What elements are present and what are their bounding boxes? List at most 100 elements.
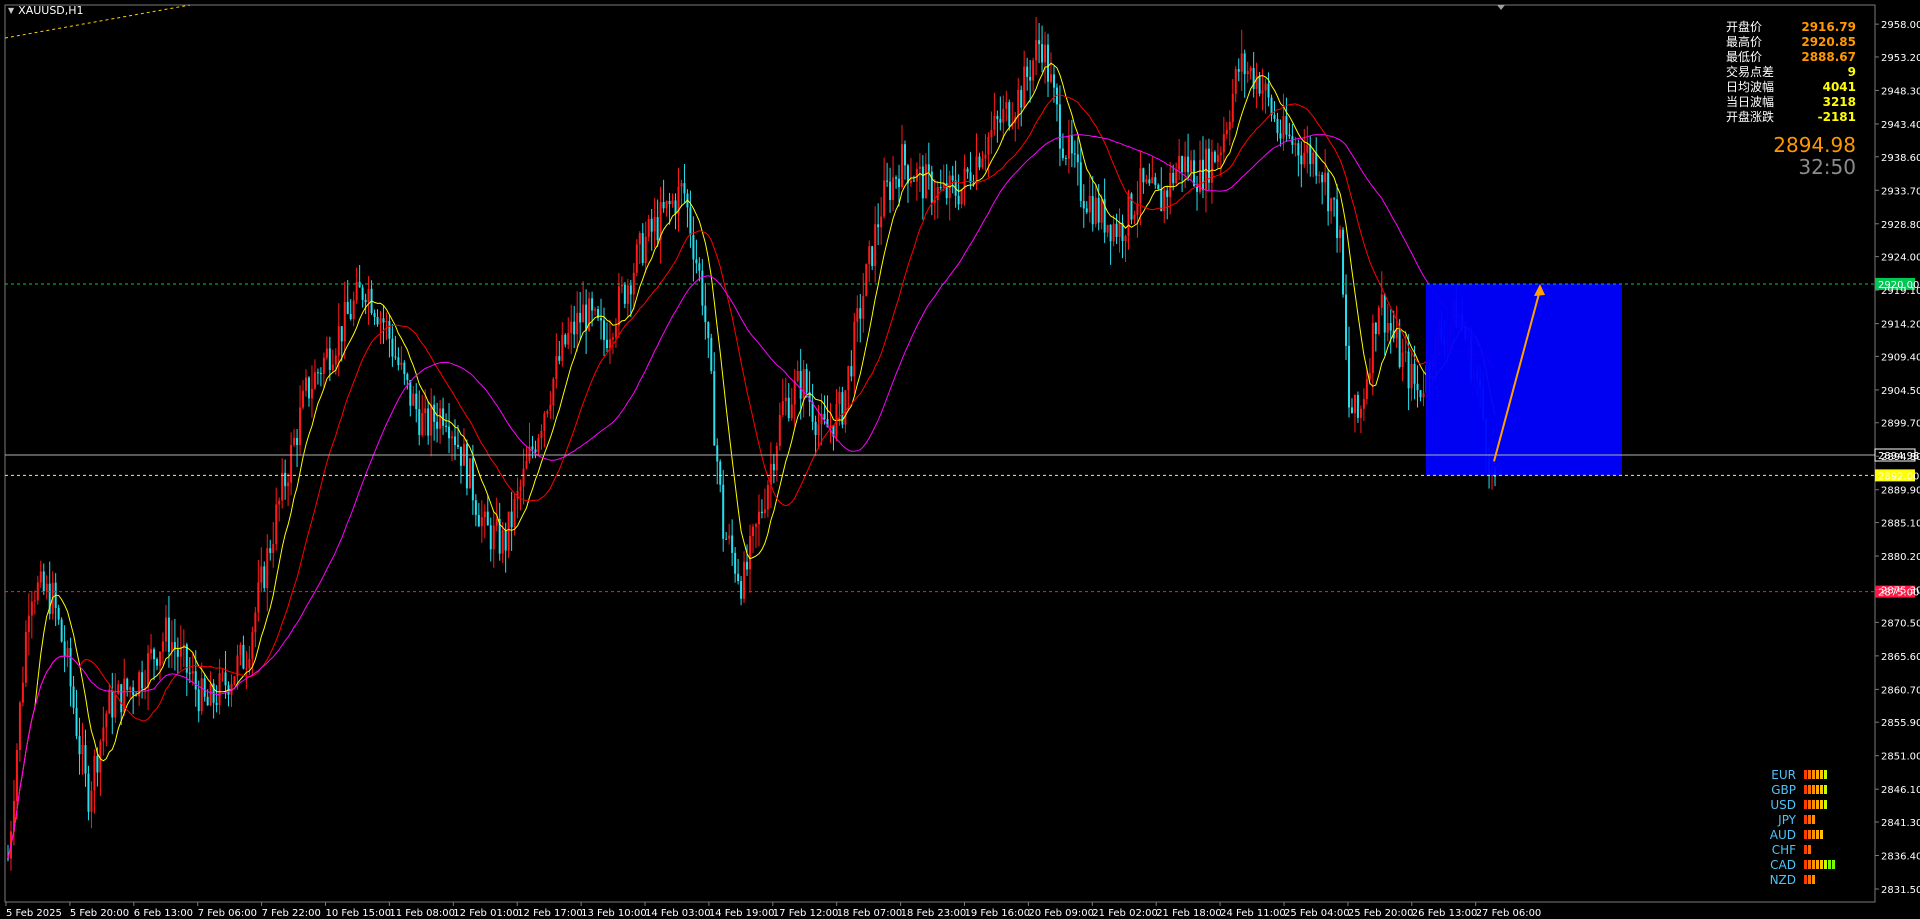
candle-body: [1294, 143, 1297, 145]
candle-body: [957, 195, 960, 205]
candle-body: [439, 408, 442, 429]
candle-body: [522, 468, 525, 487]
candle-body: [1020, 89, 1023, 108]
candle-body: [459, 446, 462, 466]
info-value: 4041: [1822, 80, 1856, 94]
candle-body: [221, 672, 224, 674]
candle-body: [617, 286, 620, 326]
candle-body: [1017, 89, 1020, 117]
candle-body: [260, 566, 263, 583]
candle-body: [608, 339, 611, 349]
currency-label: GBP: [1771, 782, 1796, 797]
currency-strength-row: AUD: [1762, 827, 1836, 842]
candle-body: [713, 371, 716, 446]
currency-label: CHF: [1771, 842, 1796, 857]
candle-body: [305, 377, 307, 391]
candle-body: [385, 320, 388, 323]
time-axis-label: 24 Feb 11:00: [1220, 908, 1286, 919]
candle-body: [1097, 197, 1100, 223]
candle-body: [603, 320, 605, 340]
candle-body: [296, 438, 299, 445]
candle-body: [492, 525, 495, 550]
price-axis-label: 2894.80: [1881, 452, 1920, 463]
candle-body: [519, 486, 522, 491]
candle-body: [1052, 74, 1055, 88]
candle-body: [1240, 53, 1243, 72]
candle-body: [632, 272, 635, 295]
candle-body: [1118, 222, 1121, 237]
candle-body: [1303, 152, 1306, 165]
candle-body: [510, 511, 513, 528]
candle-body: [993, 115, 996, 130]
time-axis-label: 12 Feb 01:00: [453, 908, 519, 919]
strength-bar: [1804, 860, 1807, 869]
candle-body: [364, 299, 367, 303]
time-axis-label: 25 Feb 04:00: [1284, 908, 1350, 919]
candle-body: [865, 264, 868, 296]
strength-bar: [1804, 815, 1807, 824]
candle-body: [454, 436, 456, 446]
candle-body: [877, 224, 880, 228]
candle-body: [537, 438, 540, 453]
strength-bar: [1812, 770, 1815, 779]
symbol-text: XAUUSD,H1: [18, 4, 84, 17]
candle-body: [78, 736, 81, 755]
candle-body: [242, 644, 245, 669]
candle-body: [302, 390, 305, 408]
candle-body: [817, 424, 820, 435]
candle-body: [561, 334, 564, 361]
price-axis-label: 2885.10: [1881, 519, 1920, 530]
candle-body: [1115, 223, 1118, 237]
candle-body: [996, 115, 999, 120]
candle-body: [1371, 322, 1374, 374]
candle-body: [1312, 152, 1315, 165]
candle-body: [1407, 351, 1410, 389]
candle-body: [424, 408, 427, 414]
symbol-title: ▼ XAUUSD,H1: [8, 4, 84, 17]
candle-body: [200, 678, 203, 712]
candle-body: [1359, 408, 1362, 418]
candle-body: [1416, 383, 1419, 391]
candle-body: [1419, 390, 1422, 398]
candle-body: [564, 334, 567, 345]
candle-body: [1002, 108, 1005, 123]
candle-body: [1356, 394, 1359, 418]
candle-body: [141, 672, 144, 689]
dropdown-triangle-icon[interactable]: ▼: [8, 6, 14, 15]
candle-body: [674, 200, 677, 214]
candle-body: [331, 364, 334, 371]
candle-body: [1315, 152, 1318, 176]
candle-body: [1404, 351, 1407, 353]
candle-body: [194, 671, 197, 690]
support-price-tag-text: 2892.00: [1878, 471, 1919, 482]
candle-body: [39, 571, 42, 583]
price-axis-label: 2875.30: [1881, 586, 1920, 597]
candle-body: [999, 119, 1002, 123]
candle-body: [272, 544, 275, 553]
candle-body: [600, 318, 603, 321]
candle-body: [1288, 134, 1291, 137]
price-chart[interactable]: 2920.002894.982892.002875.002958.002953.…: [0, 0, 1920, 919]
price-axis-label: 2914.20: [1881, 320, 1920, 331]
candle-body: [698, 263, 701, 271]
candle-body: [1038, 40, 1041, 45]
candle-body: [1175, 169, 1178, 184]
candle-body: [75, 707, 78, 737]
candle-body: [728, 535, 731, 539]
candle-body: [671, 200, 674, 205]
candle-body: [156, 659, 158, 666]
candle-body: [781, 401, 784, 415]
candle-body: [978, 156, 981, 168]
candle-body: [1261, 90, 1264, 94]
chart-window[interactable]: 2920.00 2894.98 2892.00 2875.00 2958.00 2953.…: [0, 0, 1920, 919]
candle-body: [799, 370, 802, 399]
candle-body: [1410, 363, 1413, 389]
candle-body: [927, 164, 930, 172]
candle-body: [1112, 223, 1115, 242]
candle-body: [901, 144, 903, 188]
candle-body: [793, 380, 796, 405]
target-zone: [1426, 283, 1622, 476]
strength-bar: [1824, 860, 1827, 869]
candle-body: [233, 676, 236, 684]
info-row: 最低价 2888.67: [1726, 50, 1856, 65]
